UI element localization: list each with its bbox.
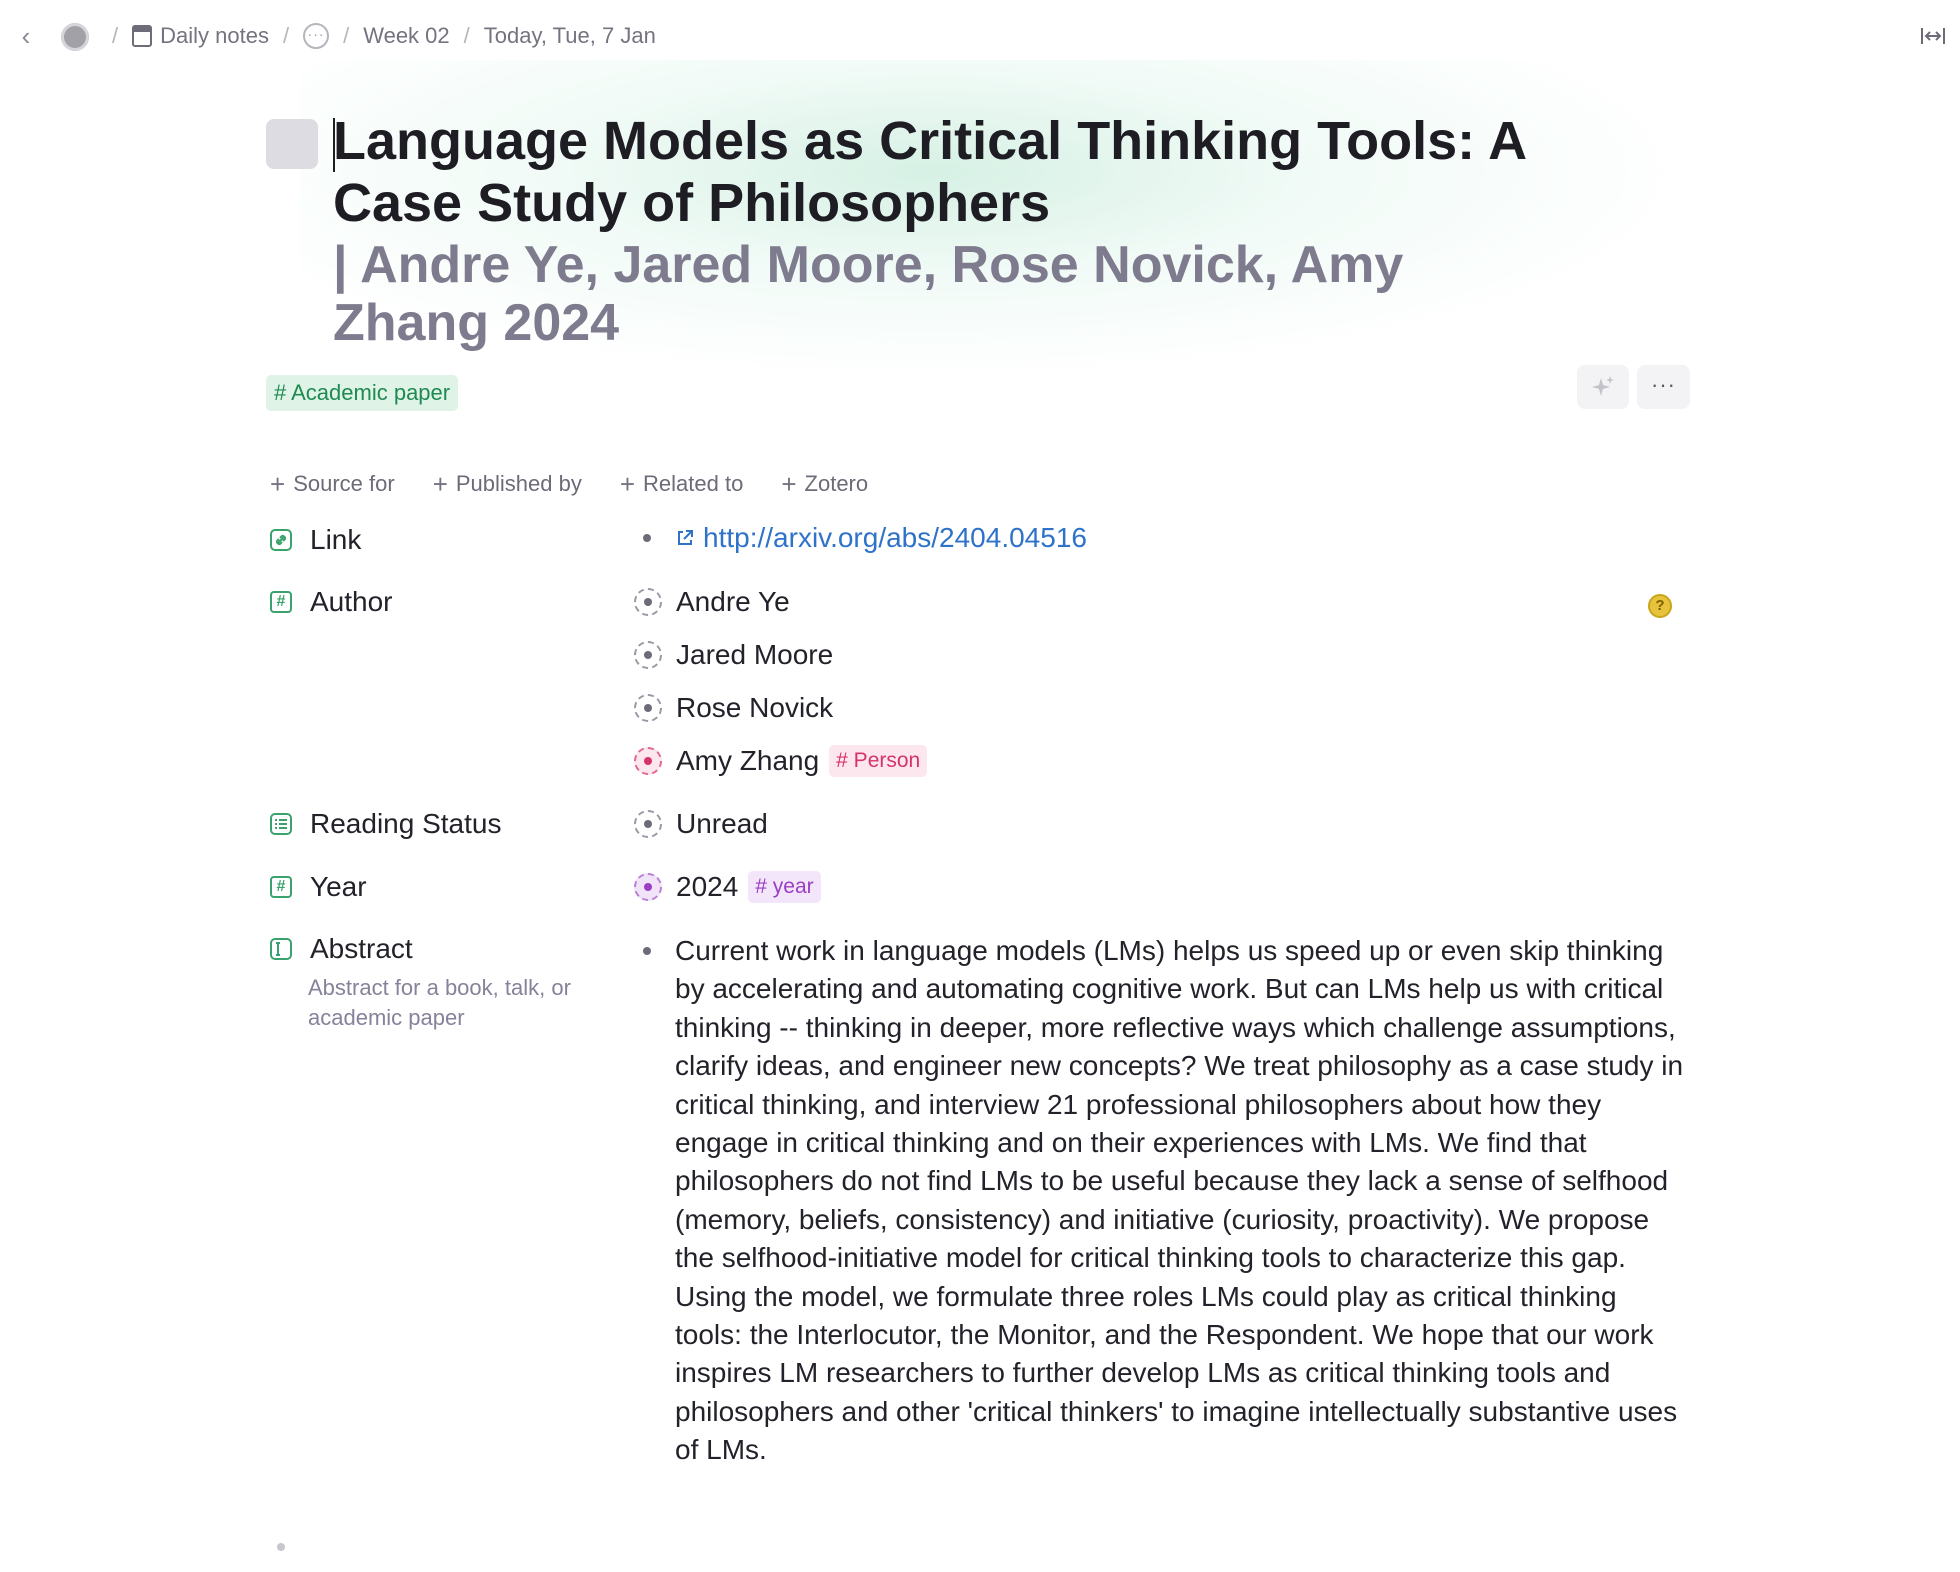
breadcrumb-separator: / [112, 23, 119, 48]
breadcrumb-hidden[interactable]: ··· [303, 23, 330, 49]
empty-block-bullet[interactable] [277, 1543, 285, 1551]
node-ring-icon[interactable] [634, 641, 662, 669]
author-value: Amy Zhang # Person [634, 745, 928, 777]
more-options-button[interactable]: ··· [1637, 365, 1690, 409]
add-label: Zotero [804, 471, 869, 496]
breadcrumb-week[interactable]: Week 02 [363, 23, 449, 49]
abstract-text[interactable]: Current work in language models (LMs) he… [675, 932, 1685, 1470]
node-ring-icon[interactable] [634, 747, 662, 775]
tag-academic-paper[interactable]: # Academic paper [266, 375, 459, 411]
year-value: 2024 # year [634, 871, 821, 903]
reading-status-value: Unread [634, 808, 768, 840]
node-ring-icon[interactable] [634, 873, 662, 901]
page-title[interactable]: Language Models as Critical Thinking Too… [333, 110, 1533, 234]
workspace-avatar[interactable] [61, 23, 89, 51]
bullet [643, 947, 651, 955]
property-label: Link [310, 524, 362, 555]
plus-icon: + [619, 468, 636, 499]
node-ring-icon[interactable] [634, 588, 662, 616]
list-icon [270, 813, 292, 835]
author-value: Rose Novick [634, 692, 833, 724]
property-reading-status[interactable]: Reading Status [270, 808, 501, 840]
calendar-icon [132, 25, 153, 47]
property-label: Author [310, 586, 393, 617]
help-badge-icon[interactable]: ? [1648, 594, 1672, 618]
plus-icon: + [781, 468, 797, 499]
add-label: Published by [455, 471, 582, 496]
tag-person[interactable]: # Person [829, 745, 928, 777]
ai-assist-button[interactable] [1577, 365, 1629, 409]
author-value: Jared Moore [634, 639, 833, 671]
ellipsis-icon: ··· [303, 23, 330, 49]
arxiv-link[interactable]: http://arxiv.org/abs/2404.04516 [675, 522, 1087, 554]
node-ring-icon[interactable] [634, 810, 662, 838]
author-name[interactable]: Rose Novick [676, 692, 833, 724]
add-relations-row: + Source for + Published by + Related to + Z… [270, 468, 906, 500]
tag-year[interactable]: # year [748, 871, 821, 903]
property-abstract[interactable]: Abstract [270, 933, 413, 965]
author-name[interactable]: Jared Moore [676, 639, 833, 671]
add-related-to[interactable]: + Related to [620, 468, 743, 500]
bullet [643, 534, 651, 542]
property-label: Year [310, 871, 367, 902]
breadcrumb-label: Daily notes [160, 23, 269, 48]
author-name[interactable]: Amy Zhang [676, 745, 819, 777]
plus-icon: + [432, 468, 448, 499]
link-icon [270, 529, 292, 551]
add-source-for[interactable]: + Source for [270, 468, 395, 500]
breadcrumb-separator: / [463, 23, 470, 48]
add-label: Related to [643, 471, 744, 496]
property-link[interactable]: Link [270, 524, 361, 556]
node-ring-icon[interactable] [634, 694, 662, 722]
year-text[interactable]: 2024 [676, 871, 738, 903]
link-text: http://arxiv.org/abs/2404.04516 [703, 522, 1087, 553]
breadcrumb: / Daily notes / ··· / Week 02 / Today, T… [98, 20, 656, 52]
chevron-left-icon[interactable]: ‹ [14, 22, 38, 50]
status-text[interactable]: Unread [676, 808, 768, 840]
breadcrumb-separator: / [282, 23, 290, 48]
author-value: Andre Ye [634, 586, 790, 618]
property-label: Abstract [310, 933, 413, 964]
expand-width-icon[interactable] [1920, 24, 1946, 48]
author-name[interactable]: Andre Ye [676, 586, 790, 618]
breadcrumb-separator: / [343, 23, 350, 48]
text-field-icon [270, 938, 292, 960]
sparkle-icon [1592, 376, 1614, 396]
add-zotero[interactable]: + Zotero [781, 468, 868, 500]
property-year[interactable]: # Year [270, 871, 367, 903]
plus-icon: + [270, 468, 286, 499]
add-published-by[interactable]: + Published by [433, 468, 582, 500]
external-link-icon [678, 530, 693, 545]
property-description: Abstract for a book, talk, or academic p… [308, 975, 571, 1030]
property-author[interactable]: # Author [270, 586, 393, 618]
page-subtitle[interactable]: | Andre Ye, Jared Moore, Rose Novick, Am… [333, 236, 1533, 352]
property-label: Reading Status [310, 808, 502, 839]
link-value: http://arxiv.org/abs/2404.04516 [634, 522, 1087, 554]
breadcrumb-daily-notes[interactable]: Daily notes [132, 23, 269, 49]
add-label: Source for [293, 471, 395, 496]
page-icon-placeholder[interactable] [266, 119, 318, 169]
hash-icon: # [270, 591, 292, 613]
hash-icon: # [270, 876, 292, 898]
breadcrumb-today[interactable]: Today, Tue, 7 Jan [484, 23, 656, 49]
